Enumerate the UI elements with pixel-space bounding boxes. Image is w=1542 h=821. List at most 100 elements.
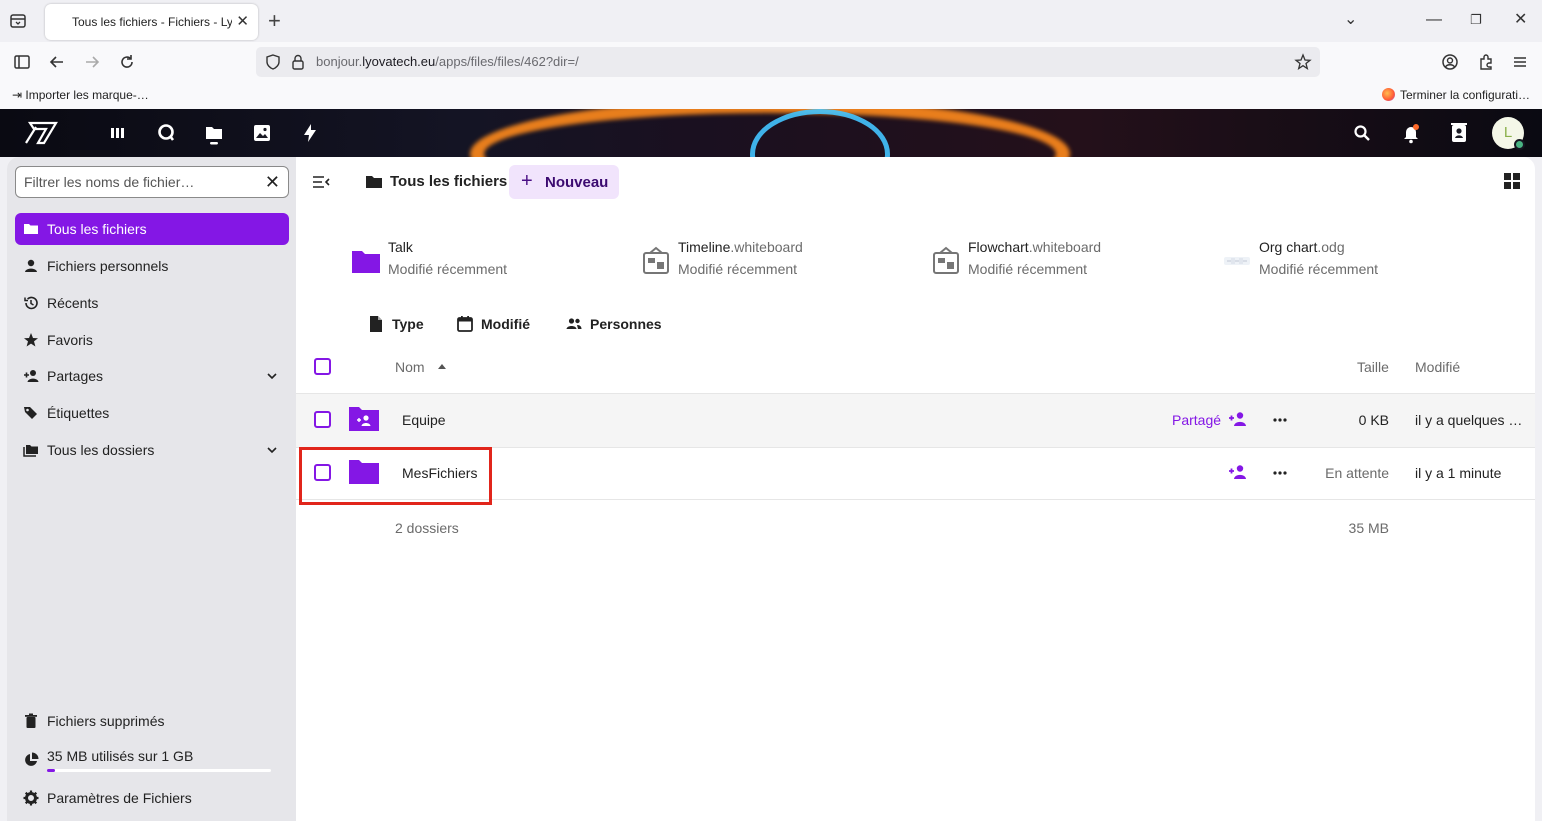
new-button[interactable]: + Nouveau	[509, 165, 619, 199]
dashboard-icon[interactable]	[106, 121, 130, 145]
history-icon	[24, 296, 38, 310]
folder-icon	[366, 176, 382, 188]
sidebar-item-tags[interactable]: Étiquettes	[15, 397, 289, 429]
share-status[interactable]: Partagé	[1172, 412, 1221, 428]
filter-field[interactable]: ✕	[15, 166, 289, 198]
back-icon[interactable]	[47, 52, 67, 72]
whiteboard-icon	[933, 246, 959, 274]
import-icon: ⇥	[12, 88, 26, 102]
filter-people[interactable]: Personnes	[565, 313, 665, 335]
minimize-icon[interactable]: —	[1426, 10, 1442, 30]
recent-item-flowchart[interactable]: Flowchart.whiteboard Modifié récemment	[930, 239, 1210, 283]
more-actions-icon[interactable]	[1272, 412, 1288, 428]
url-bar[interactable]: bonjour.lyovatech.eu/apps/files/files/46…	[256, 47, 1320, 77]
filter-input[interactable]	[16, 167, 256, 197]
quota-progress-fill	[47, 769, 55, 772]
sidebar-item-label: Fichiers supprimés	[47, 713, 165, 729]
more-actions-icon[interactable]	[1272, 465, 1288, 481]
bookmark-setup[interactable]: Terminer la configurati…	[1381, 88, 1530, 102]
recent-item-org-chart[interactable]: Org chart.odg Modifié récemment	[1221, 239, 1501, 283]
sidebar-item-favorites[interactable]: Favoris	[15, 324, 289, 356]
whiteboard-icon	[643, 246, 669, 274]
files-icon[interactable]	[202, 121, 226, 145]
row-checkbox[interactable]	[314, 411, 331, 428]
tab-list-icon[interactable]	[8, 11, 28, 31]
sidebar-item-trash[interactable]: Fichiers supprimés	[15, 705, 289, 737]
star-icon	[24, 333, 38, 347]
forward-icon[interactable]	[82, 52, 102, 72]
select-all-checkbox[interactable]	[314, 358, 331, 375]
menu-icon[interactable]	[1510, 52, 1530, 72]
lock-icon[interactable]	[290, 53, 306, 71]
column-header-modified[interactable]: Modifié	[1415, 359, 1460, 375]
share-icon	[24, 370, 39, 382]
highlight-box	[299, 447, 492, 505]
sidebar-item-all-files[interactable]: Tous les fichiers	[15, 213, 289, 245]
table-row[interactable]: Equipe Partagé 0 KB il y a quelques …	[296, 394, 1535, 447]
clear-filter-icon[interactable]: ✕	[265, 172, 280, 192]
restore-icon[interactable]: ❐	[1470, 10, 1482, 30]
account-icon[interactable]	[1440, 52, 1460, 72]
file-modified: il y a quelques …	[1415, 412, 1523, 428]
summary-count: 2 dossiers	[395, 520, 459, 536]
sidebar-item-recent[interactable]: Récents	[15, 287, 289, 319]
sidebar-item-label: Tous les fichiers	[47, 221, 147, 237]
filter-type[interactable]: Type	[367, 313, 427, 335]
tab-close-icon[interactable]: ✕	[236, 12, 249, 32]
reload-icon[interactable]	[117, 52, 137, 72]
column-header-size[interactable]: Taille	[1357, 359, 1389, 375]
file-name[interactable]: Equipe	[402, 412, 446, 428]
recent-name: Talk	[388, 239, 413, 255]
bookmark-star-icon[interactable]	[1294, 53, 1312, 71]
user-icon	[25, 259, 37, 272]
drawing-preview-icon	[1224, 257, 1250, 265]
photos-icon[interactable]	[250, 121, 274, 145]
talk-icon[interactable]	[154, 121, 178, 145]
app-content: ✕ Tous les fichiers Fichiers personnels …	[7, 157, 1535, 821]
folder-icon	[352, 251, 380, 273]
grid-view-icon[interactable]	[1503, 172, 1521, 190]
search-icon[interactable]	[1350, 121, 1374, 145]
contacts-icon[interactable]	[1447, 121, 1471, 145]
sidebar-item-label: Favoris	[47, 332, 93, 348]
sidebar-item-label: Récents	[47, 295, 99, 311]
activity-icon[interactable]	[298, 121, 322, 145]
tag-icon	[24, 407, 37, 419]
bookmarks-bar: ⇥ Importer les marque-… Terminer la conf…	[0, 82, 1542, 109]
column-header-name[interactable]: Nom	[395, 359, 425, 375]
sidebar-item-label: Étiquettes	[47, 405, 110, 421]
sidebar-item-all-folders[interactable]: Tous les dossiers	[15, 434, 289, 466]
bookmark-import[interactable]: ⇥ Importer les marque-…	[12, 88, 149, 102]
sidebar-item-personal-files[interactable]: Fichiers personnels	[15, 250, 289, 282]
window-close-icon[interactable]: ✕	[1514, 10, 1527, 30]
url-text[interactable]: bonjour.lyovatech.eu/apps/files/files/46…	[316, 54, 579, 69]
filter-modified[interactable]: Modifié	[456, 313, 538, 335]
shield-icon[interactable]	[264, 53, 282, 71]
calendar-icon	[457, 316, 473, 332]
tab-overflow-chevron-icon[interactable]: ⌄	[1344, 10, 1357, 30]
menu-open-icon[interactable]	[312, 173, 330, 191]
chevron-down-icon[interactable]	[265, 443, 279, 457]
chevron-down-icon[interactable]	[265, 369, 279, 383]
recent-name: Timeline.whiteboard	[678, 239, 803, 255]
recent-subtitle: Modifié récemment	[968, 261, 1088, 277]
account-plus-icon[interactable]	[1228, 464, 1248, 480]
extensions-icon[interactable]	[1476, 52, 1496, 72]
file-size: En attente	[1325, 465, 1389, 481]
notifications-icon[interactable]	[1399, 121, 1423, 145]
filter-people-label: Personnes	[590, 316, 662, 332]
new-tab-icon[interactable]: +	[268, 9, 281, 33]
gear-icon	[23, 790, 39, 806]
breadcrumb[interactable]: Tous les fichiers	[390, 173, 507, 190]
account-plus-icon[interactable]	[1228, 411, 1248, 427]
browser-tab[interactable]: Tous les fichiers - Fichiers - Lyov ✕	[45, 4, 258, 40]
plus-icon: +	[521, 170, 533, 192]
sidebar-toggle-icon[interactable]	[12, 52, 32, 72]
status-indicator	[1514, 139, 1525, 150]
sidebar-item-shares[interactable]: Partages	[15, 360, 289, 392]
sidebar-item-settings[interactable]: Paramètres de Fichiers	[15, 782, 289, 814]
recent-item-talk[interactable]: Talk Modifié récemment	[350, 239, 630, 283]
recent-item-timeline[interactable]: Timeline.whiteboard Modifié récemment	[640, 239, 920, 283]
folder-icon	[24, 224, 38, 234]
app-logo-icon[interactable]	[22, 117, 62, 149]
